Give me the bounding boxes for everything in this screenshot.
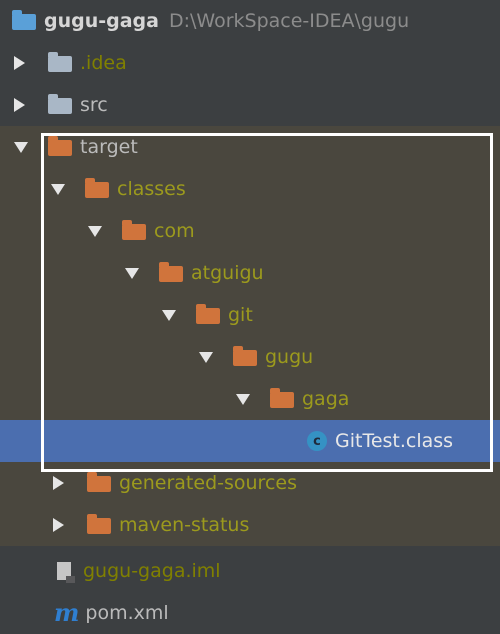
tree-label-src: src bbox=[80, 94, 108, 116]
tree-label-atguigu: atguigu bbox=[191, 262, 264, 284]
tree-label-gittest: GitTest.class bbox=[335, 430, 454, 452]
collapse-arrow-icon[interactable] bbox=[162, 309, 176, 321]
tree-row-project-root[interactable]: gugu-gaga D:\WorkSpace-IDEA\gugu bbox=[0, 0, 500, 42]
folder-icon bbox=[87, 472, 111, 492]
tree-label-iml: gugu-gaga.iml bbox=[83, 560, 221, 582]
expand-arrow-icon[interactable] bbox=[14, 56, 25, 70]
tree-row-generated-sources[interactable]: generated-sources bbox=[0, 462, 500, 504]
tree-row-gugu[interactable]: gugu bbox=[0, 336, 500, 378]
tree-label-maven-status: maven-status bbox=[119, 514, 250, 536]
tree-label-gaga: gaga bbox=[302, 388, 350, 410]
tree-label-classes: classes bbox=[117, 178, 186, 200]
folder-icon bbox=[122, 220, 146, 240]
tree-row-pom[interactable]: m pom.xml bbox=[0, 592, 500, 634]
collapse-arrow-icon[interactable] bbox=[125, 267, 139, 279]
expand-arrow-icon[interactable] bbox=[14, 98, 25, 112]
folder-icon bbox=[48, 52, 72, 72]
tree-row-git[interactable]: git bbox=[0, 294, 500, 336]
maven-pom-icon: m bbox=[54, 597, 80, 627]
tree-label-pom: pom.xml bbox=[85, 602, 169, 624]
collapse-arrow-icon[interactable] bbox=[88, 225, 102, 237]
tree-row-target[interactable]: target bbox=[0, 126, 500, 168]
tree-row-gaga[interactable]: gaga bbox=[0, 378, 500, 420]
folder-icon bbox=[233, 346, 257, 366]
tree-row-classes[interactable]: classes bbox=[0, 168, 500, 210]
tree-row-atguigu[interactable]: atguigu bbox=[0, 252, 500, 294]
expand-arrow-icon[interactable] bbox=[53, 476, 64, 490]
tree-row-src[interactable]: src bbox=[0, 84, 500, 126]
tree-row-com[interactable]: com bbox=[0, 210, 500, 252]
folder-icon bbox=[48, 94, 72, 114]
collapse-arrow-icon[interactable] bbox=[199, 351, 213, 363]
tree-label-generated-sources: generated-sources bbox=[119, 472, 297, 494]
folder-icon bbox=[270, 388, 294, 408]
expand-arrow-icon[interactable] bbox=[53, 518, 64, 532]
collapse-arrow-icon[interactable] bbox=[236, 393, 250, 405]
project-tree: gugu-gaga D:\WorkSpace-IDEA\gugu .idea s… bbox=[0, 0, 500, 634]
tree-row-maven-status[interactable]: maven-status bbox=[0, 504, 500, 546]
tree-row-iml[interactable]: gugu-gaga.iml bbox=[0, 550, 500, 592]
folder-icon bbox=[48, 136, 72, 156]
tree-label-target: target bbox=[80, 136, 138, 158]
project-module-icon bbox=[12, 10, 36, 30]
iml-file-icon bbox=[57, 562, 75, 583]
tree-label-com: com bbox=[154, 220, 195, 242]
project-path: D:\WorkSpace-IDEA\gugu bbox=[168, 10, 410, 32]
folder-icon bbox=[159, 262, 183, 282]
class-file-icon: c bbox=[307, 431, 327, 451]
project-name: gugu-gaga bbox=[44, 10, 159, 32]
tree-label-git: git bbox=[228, 304, 253, 326]
folder-icon bbox=[87, 514, 111, 534]
tree-row-gittest-class[interactable]: c GitTest.class bbox=[0, 420, 500, 462]
folder-icon bbox=[196, 304, 220, 324]
collapse-arrow-icon[interactable] bbox=[14, 141, 28, 153]
collapse-arrow-icon[interactable] bbox=[51, 183, 65, 195]
folder-icon bbox=[85, 178, 109, 198]
tree-label-gugu: gugu bbox=[265, 346, 314, 368]
tree-row-idea[interactable]: .idea bbox=[0, 42, 500, 84]
tree-label-idea: .idea bbox=[80, 52, 127, 74]
